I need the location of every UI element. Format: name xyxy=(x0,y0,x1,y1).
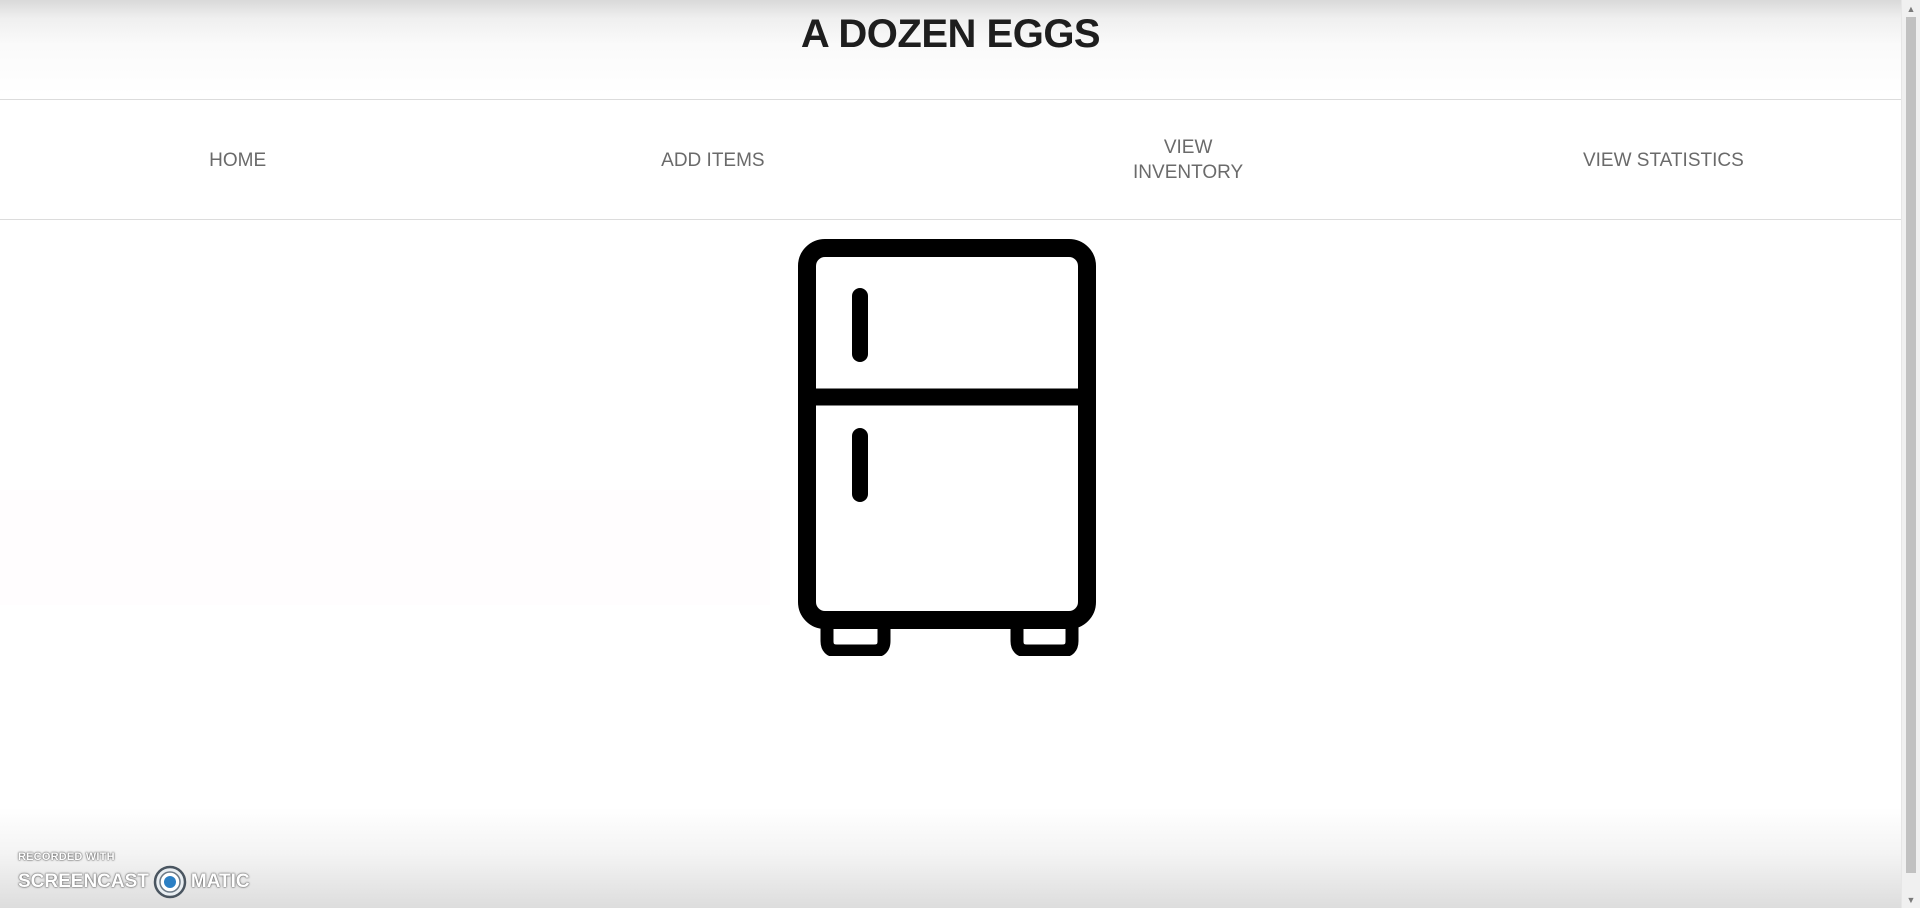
fridge-icon xyxy=(798,239,1103,658)
scroll-up-icon[interactable]: ▲ xyxy=(1902,0,1920,17)
recording-watermark: RECORDED WITH SCREENCAST MATIC xyxy=(18,851,250,903)
page: A DOZEN EGGS HOME ADD ITEMS VIEW INVENTO… xyxy=(0,0,1920,908)
nav-item-label: HOME xyxy=(209,149,267,171)
watermark-caption: RECORDED WITH xyxy=(18,851,115,863)
scroll-thumb[interactable] xyxy=(1906,17,1916,873)
nav-item-view-inventory[interactable]: VIEW INVENTORY xyxy=(951,101,1426,219)
main-content: A DOZEN EGGS HOME ADD ITEMS VIEW INVENTO… xyxy=(0,0,1901,908)
watermark-brand-right: MATIC xyxy=(190,871,250,892)
scroll-down-icon[interactable]: ▼ xyxy=(1902,891,1920,908)
footer-fade xyxy=(0,808,1901,908)
nav-item-label: VIEW INVENTORY xyxy=(1133,137,1244,183)
header: A DOZEN EGGS xyxy=(0,0,1901,100)
nav-item-add-items[interactable]: ADD ITEMS xyxy=(475,101,950,219)
main-nav: HOME ADD ITEMS VIEW INVENTORY VIEW STATI… xyxy=(0,101,1901,220)
background-band xyxy=(0,490,770,605)
site-title: A DOZEN EGGS xyxy=(800,12,1101,56)
nav-item-view-statistics[interactable]: VIEW STATISTICS xyxy=(1426,101,1901,219)
vertical-scrollbar[interactable]: ▲ ▼ xyxy=(1901,0,1920,908)
nav-item-label: ADD ITEMS xyxy=(661,149,765,171)
watermark-brand: SCREENCAST MATIC xyxy=(18,865,250,899)
record-icon xyxy=(153,865,187,899)
nav-item-home[interactable]: HOME xyxy=(0,101,475,219)
nav-item-label: VIEW STATISTICS xyxy=(1582,149,1744,171)
watermark-brand-left: SCREENCAST xyxy=(18,871,149,892)
